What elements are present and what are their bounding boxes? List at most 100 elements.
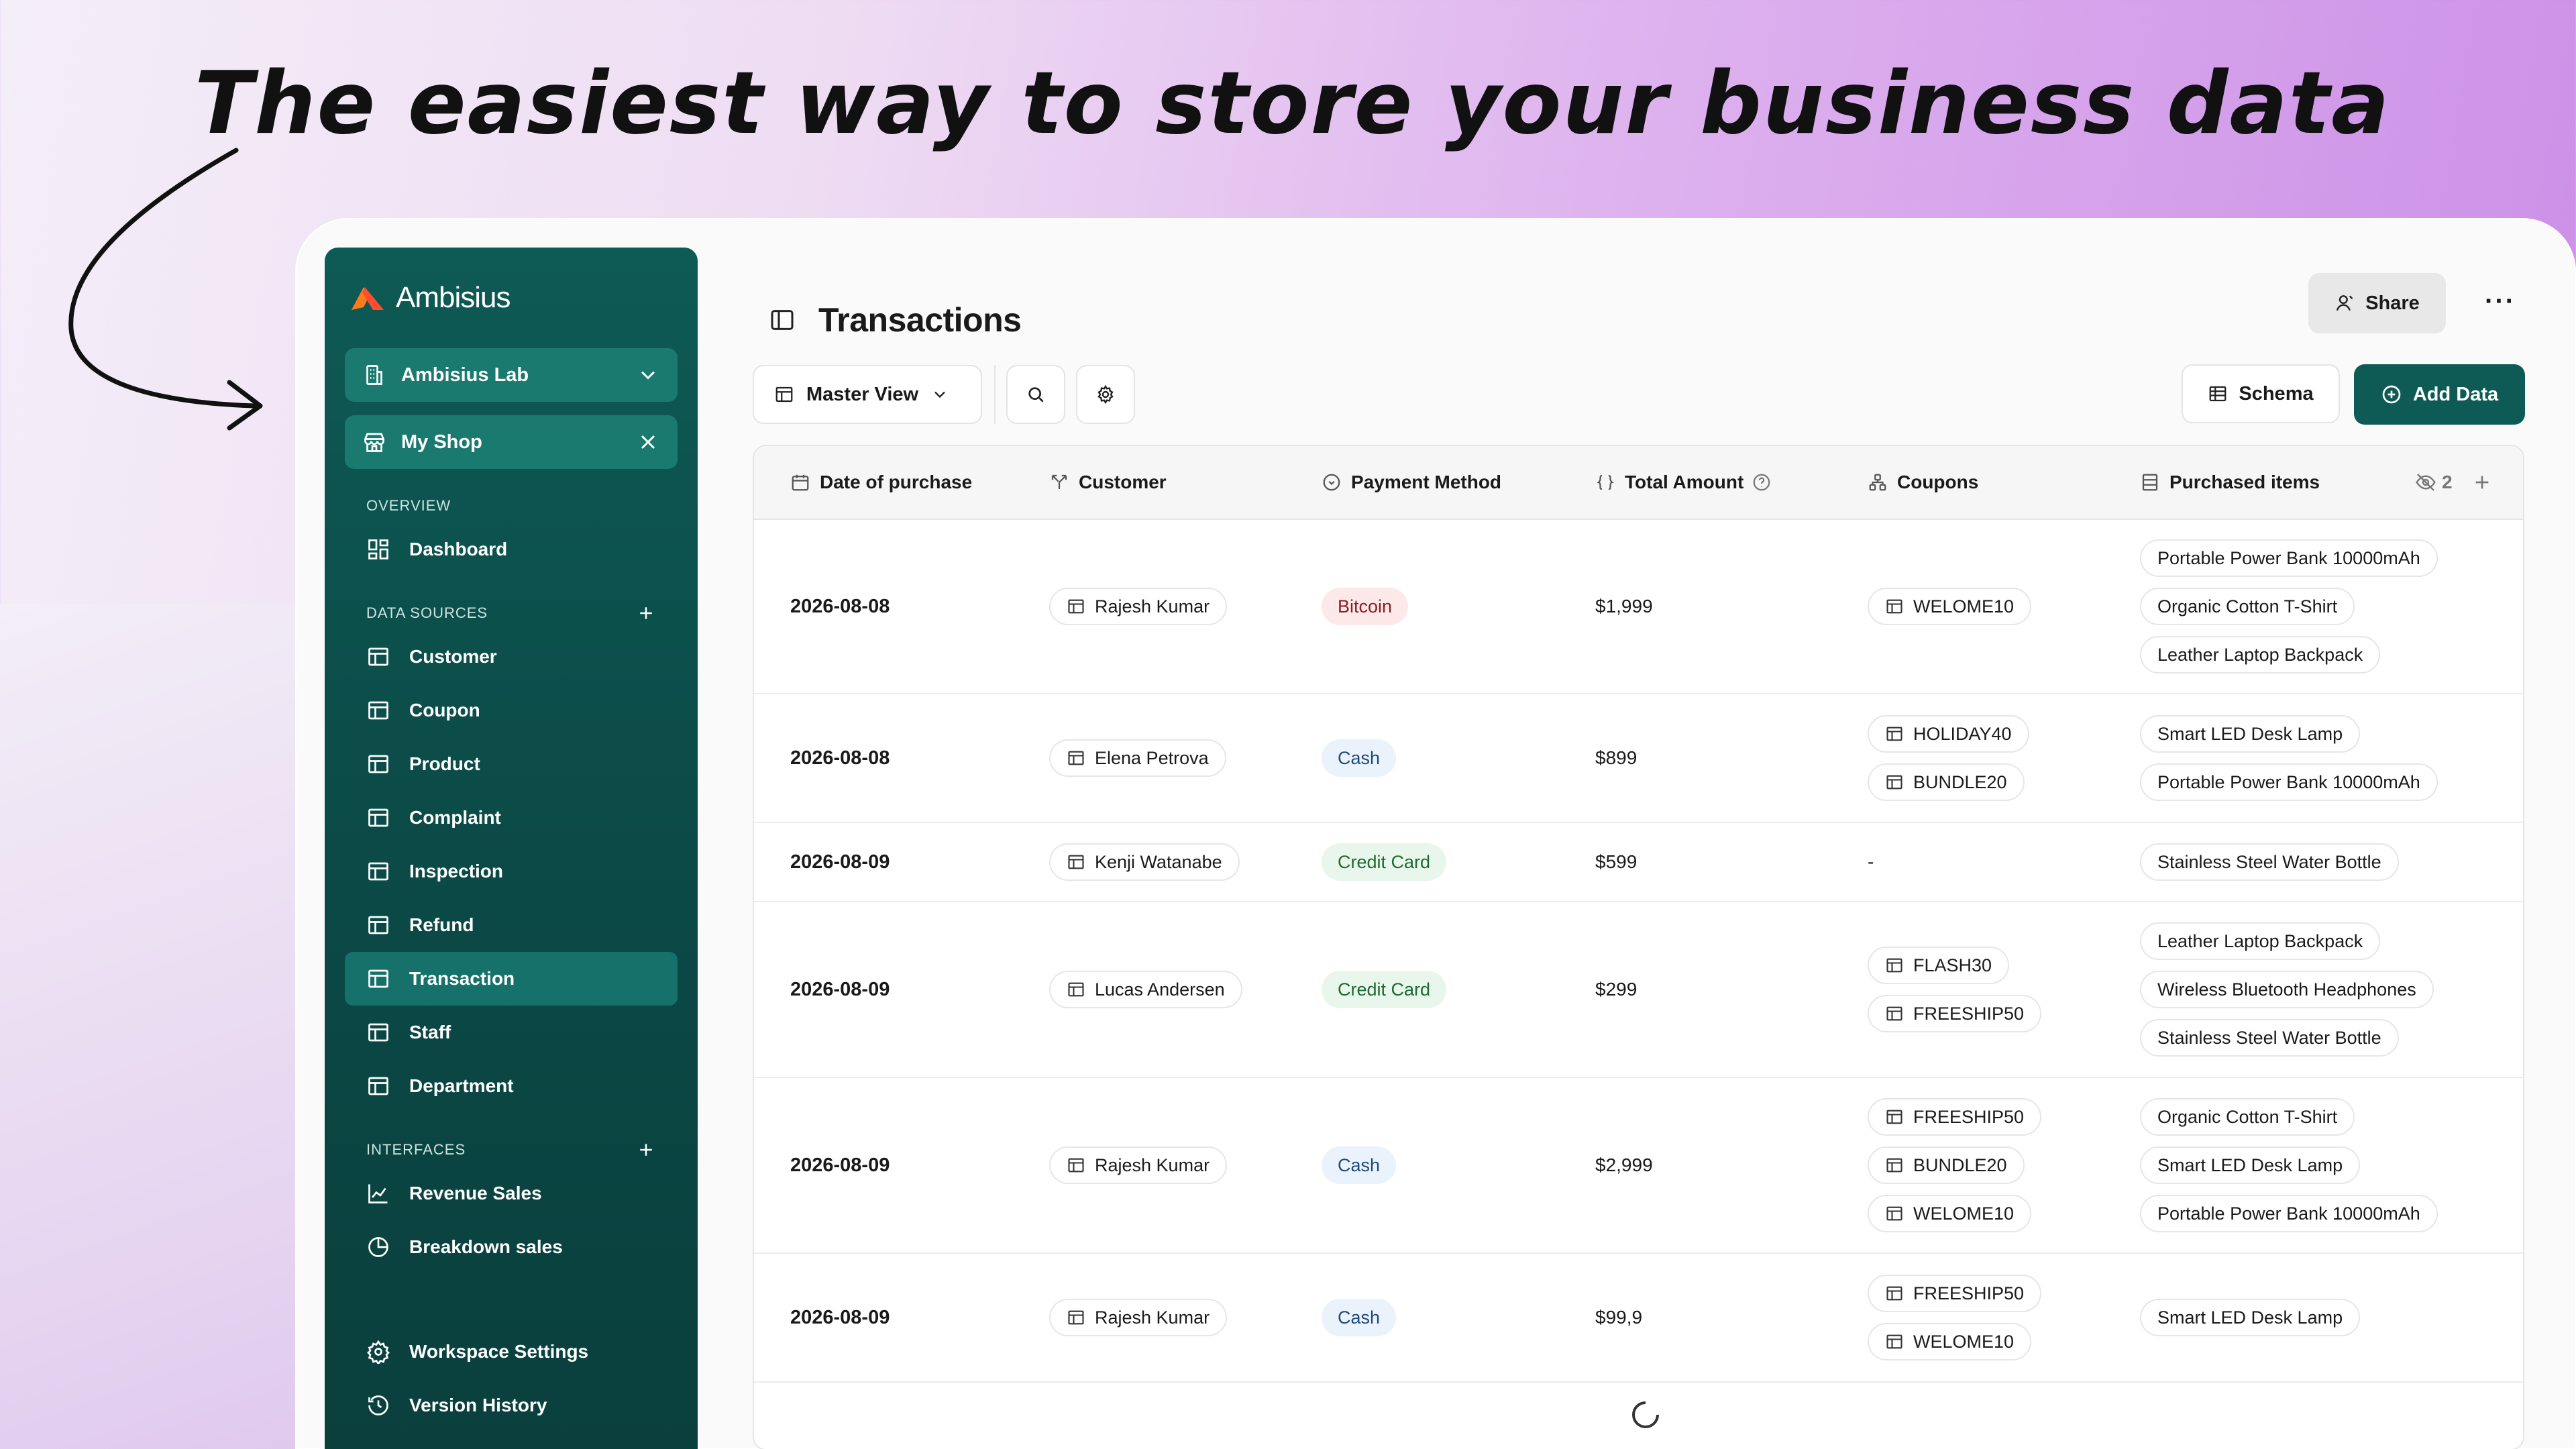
sidebar-item-refund[interactable]: Refund [345,898,678,952]
close-icon[interactable] [636,430,660,454]
coupons-cell[interactable]: FREESHIP50 BUNDLE20 WELOME10 [1868,1078,2042,1252]
customer-chip[interactable]: Rajesh Kumar [1049,1299,1228,1336]
column-header-customer[interactable]: Customer [1049,472,1167,493]
item-chip[interactable]: Smart LED Desk Lamp [2140,1299,2361,1336]
customer-cell[interactable]: Lucas Andersen [1049,902,1242,1077]
items-cell[interactable]: Organic Cotton T-Shirt Smart LED Desk Lam… [2140,1078,2438,1252]
date-cell[interactable]: 2026-08-09 [790,823,890,901]
sidebar-item-complaint[interactable]: Complaint [345,791,678,845]
sidebar-item-workspace-settings[interactable]: Workspace Settings [345,1325,678,1379]
coupon-chip[interactable]: WELOME10 [1868,1323,2032,1360]
customer-chip[interactable]: Kenji Watanabe [1049,843,1240,881]
coupons-cell[interactable]: HOLIDAY40 BUNDLE20 [1868,694,2029,822]
amount-cell[interactable]: $1,999 [1595,520,1653,693]
share-button[interactable]: Share [2308,273,2446,333]
add-data-button[interactable]: Add Data [2354,364,2525,425]
item-chip[interactable]: Stainless Steel Water Bottle [2140,1019,2399,1057]
column-header-date[interactable]: Date of purchase [790,472,972,493]
item-chip[interactable]: Smart LED Desk Lamp [2140,715,2361,753]
schema-button[interactable]: Schema [2182,364,2340,423]
column-header-amount[interactable]: Total Amount [1595,472,1772,493]
items-cell[interactable]: Portable Power Bank 10000mAh Organic Cott… [2140,520,2438,693]
payment-cell[interactable]: Credit Card [1322,823,1447,901]
customer-cell[interactable]: Rajesh Kumar [1049,520,1228,693]
payment-cell[interactable]: Credit Card [1322,902,1447,1077]
coupon-chip[interactable]: FREESHIP50 [1868,1098,2042,1136]
date-cell[interactable]: 2026-08-09 [790,902,890,1077]
coupon-chip[interactable]: WELOME10 [1868,588,2032,625]
item-chip[interactable]: Leather Laptop Backpack [2140,922,2381,960]
item-chip[interactable]: Portable Power Bank 10000mAh [2140,1195,2438,1232]
coupon-chip[interactable]: FREESHIP50 [1868,1275,2042,1312]
amount-cell[interactable]: $99,9 [1595,1254,1642,1381]
table-row[interactable]: 2026-08-09 Rajesh Kumar Cash $2,999 FREE… [754,1078,2523,1254]
item-chip[interactable]: Portable Power Bank 10000mAh [2140,539,2438,577]
coupon-chip[interactable]: WELOME10 [1868,1195,2032,1232]
sidebar-item-department[interactable]: Department [345,1059,678,1113]
plus-icon[interactable] [636,1140,656,1160]
sidebar-item-breakdown-sales[interactable]: Breakdown sales [345,1220,678,1274]
hidden-fields-control[interactable]: 2 [2415,472,2493,493]
customer-cell[interactable]: Kenji Watanabe [1049,823,1240,901]
coupons-cell[interactable]: FLASH30 FREESHIP50 [1868,902,2042,1077]
customer-cell[interactable]: Elena Petrova [1049,694,1226,822]
coupon-chip[interactable]: FLASH30 [1868,947,2010,984]
customer-chip[interactable]: Elena Petrova [1049,739,1226,777]
amount-cell[interactable]: $2,999 [1595,1078,1653,1252]
workspace-selector[interactable]: Ambisius Lab [345,348,678,402]
sidebar-item-version-history[interactable]: Version History [345,1379,678,1432]
help-icon[interactable] [1752,472,1772,492]
amount-cell[interactable]: $299 [1595,902,1637,1077]
payment-cell[interactable]: Cash [1322,1078,1397,1252]
coupons-cell[interactable]: FREESHIP50 WELOME10 [1868,1254,2042,1381]
coupon-chip[interactable]: BUNDLE20 [1868,1146,2025,1184]
coupons-cell[interactable]: - [1868,823,1874,901]
coupon-chip[interactable]: BUNDLE20 [1868,763,2025,801]
table-row[interactable]: 2026-08-09 Lucas Andersen Credit Card $2… [754,902,2523,1078]
shop-selector[interactable]: My Shop [345,415,678,469]
customer-chip[interactable]: Rajesh Kumar [1049,588,1228,625]
sidebar-toggle-icon[interactable] [769,307,796,333]
customer-cell[interactable]: Rajesh Kumar [1049,1254,1228,1381]
date-cell[interactable]: 2026-08-09 [790,1078,890,1252]
table-row[interactable]: 2026-08-09 Rajesh Kumar Cash $99,9 FREES… [754,1254,2523,1383]
sidebar-item-staff[interactable]: Staff [345,1006,678,1059]
column-header-payment[interactable]: Payment Method [1322,472,1501,493]
column-header-items[interactable]: Purchased items [2140,472,2320,493]
payment-cell[interactable]: Cash [1322,1254,1397,1381]
sidebar-item-customer[interactable]: Customer [345,630,678,684]
item-chip[interactable]: Portable Power Bank 10000mAh [2140,763,2438,801]
item-chip[interactable]: Smart LED Desk Lamp [2140,1146,2361,1184]
payment-cell[interactable]: Bitcoin [1322,520,1409,693]
coupon-chip[interactable]: HOLIDAY40 [1868,715,2029,753]
item-chip[interactable]: Stainless Steel Water Bottle [2140,843,2399,881]
item-chip[interactable]: Leather Laptop Backpack [2140,636,2381,674]
view-selector[interactable]: Master View [753,365,982,424]
sidebar-item-inspection[interactable]: Inspection [345,845,678,898]
sidebar-item-transaction[interactable]: Transaction [345,952,678,1006]
plus-icon[interactable] [2471,472,2493,493]
date-cell[interactable]: 2026-08-09 [790,1254,890,1381]
coupon-chip[interactable]: FREESHIP50 [1868,995,2042,1032]
date-cell[interactable]: 2026-08-08 [790,694,890,822]
settings-button[interactable] [1076,365,1135,424]
column-header-coupons[interactable]: Coupons [1868,472,1978,493]
coupons-cell[interactable]: WELOME10 [1868,520,2032,693]
item-chip[interactable]: Organic Cotton T-Shirt [2140,1098,2355,1136]
amount-cell[interactable]: $599 [1595,823,1637,901]
brand[interactable]: Ambisius [345,248,678,348]
table-row[interactable]: 2026-08-08 Elena Petrova Cash $899 HOLID… [754,694,2523,823]
plus-icon[interactable] [636,603,656,623]
sidebar-item-dashboard[interactable]: Dashboard [345,523,678,576]
sidebar-item-revenue-sales[interactable]: Revenue Sales [345,1167,678,1220]
customer-cell[interactable]: Rajesh Kumar [1049,1078,1228,1252]
sidebar-item-product[interactable]: Product [345,737,678,791]
table-row[interactable]: 2026-08-09 Kenji Watanabe Credit Card $5… [754,823,2523,902]
items-cell[interactable]: Smart LED Desk Lamp Portable Power Bank 1… [2140,694,2438,822]
item-chip[interactable]: Wireless Bluetooth Headphones [2140,971,2434,1008]
sidebar-item-coupon[interactable]: Coupon [345,684,678,737]
more-options-button[interactable]: ··· [2485,286,2516,317]
items-cell[interactable]: Smart LED Desk Lamp [2140,1254,2361,1381]
payment-cell[interactable]: Cash [1322,694,1397,822]
items-cell[interactable]: Stainless Steel Water Bottle [2140,823,2399,901]
